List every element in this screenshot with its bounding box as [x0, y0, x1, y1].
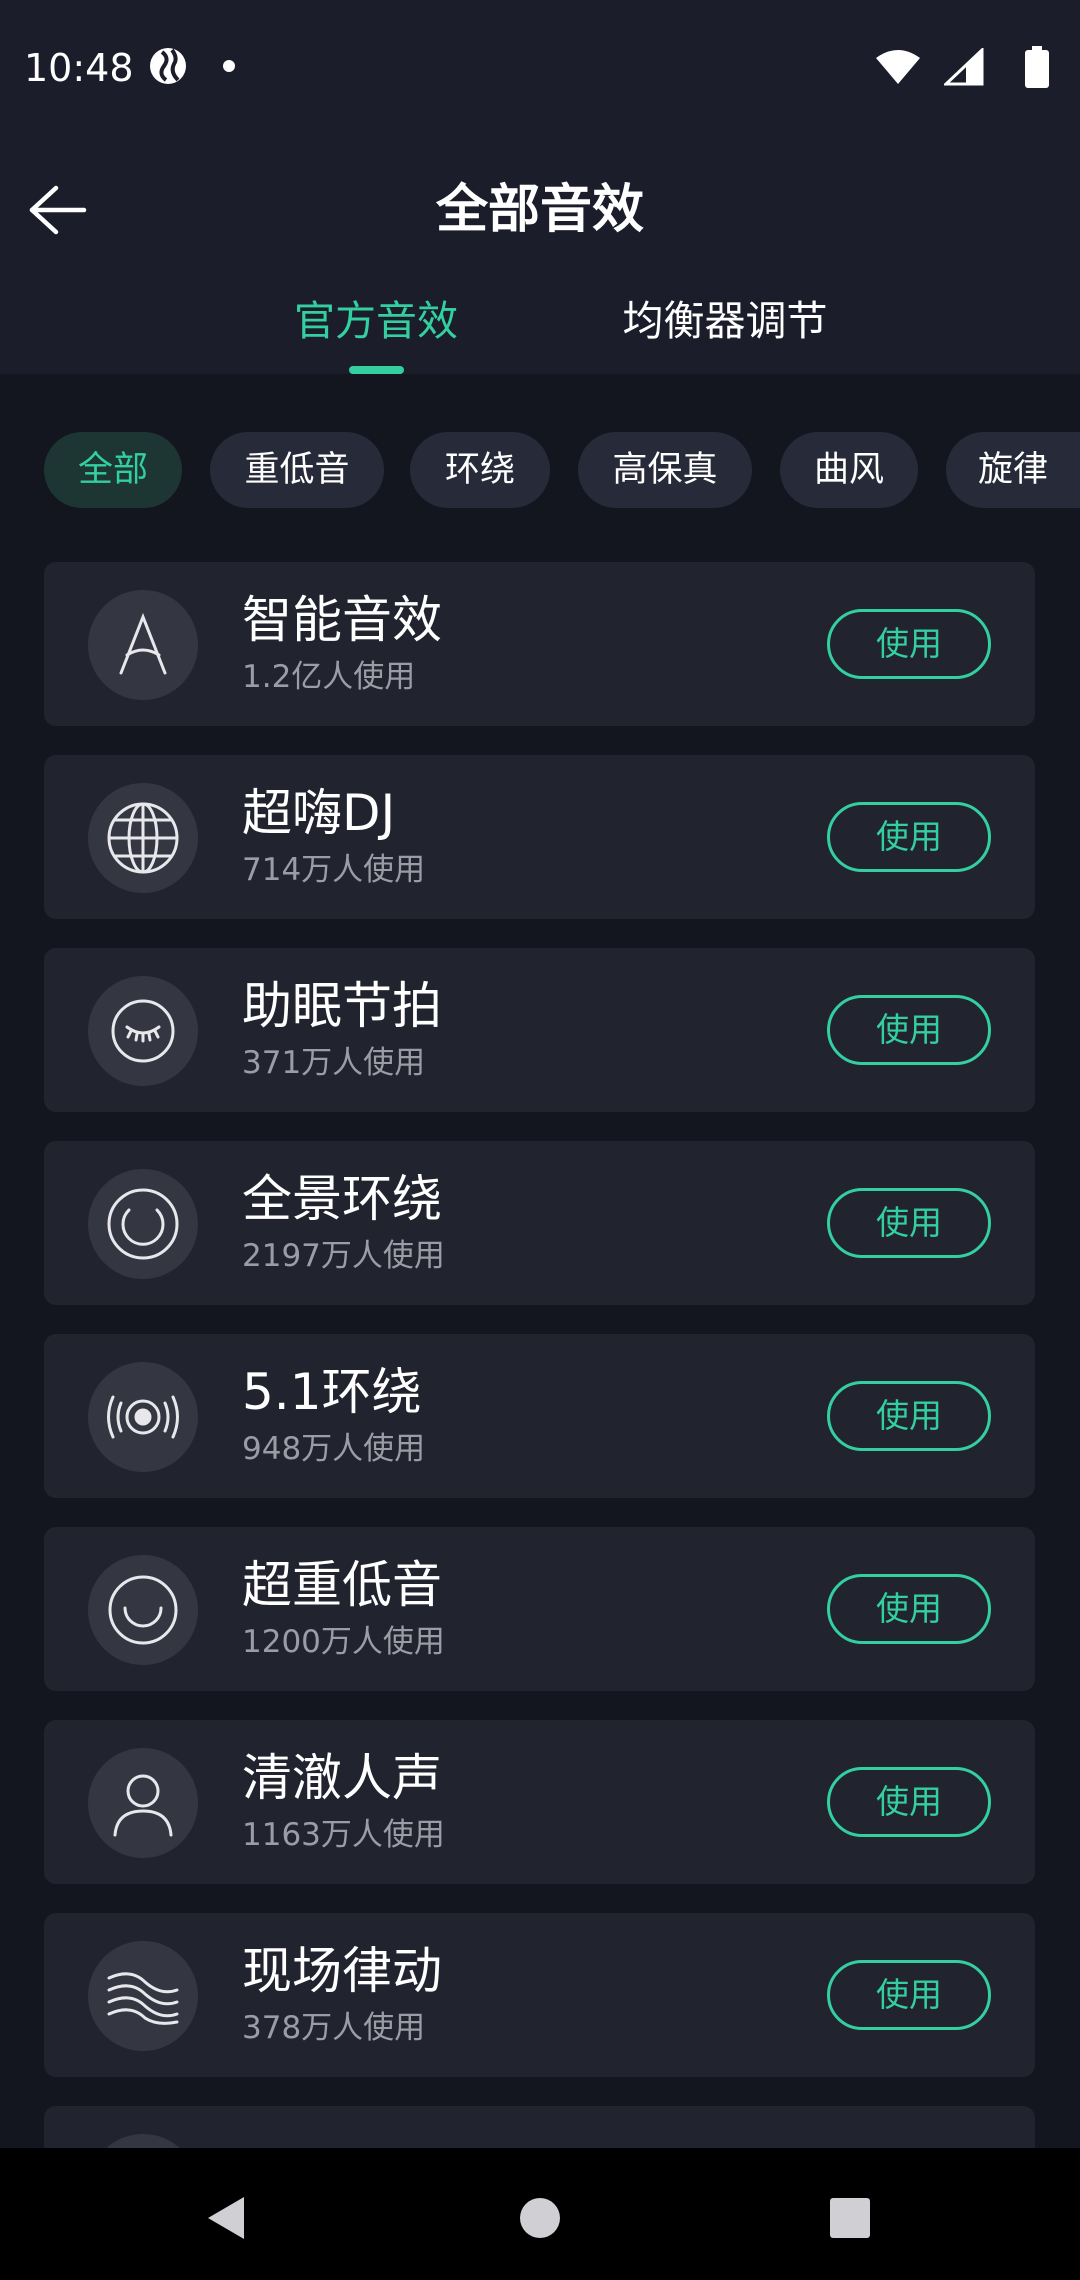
- chip-hifi[interactable]: 高保真: [578, 432, 752, 508]
- effect-title: 全景环绕: [242, 1170, 442, 1228]
- effect-users: 371万人使用: [242, 1045, 426, 1081]
- wifi-icon: [874, 48, 922, 90]
- a-letter-icon: [88, 590, 198, 700]
- use-button[interactable]: 使用: [827, 995, 991, 1065]
- wave-lines-icon: [88, 1941, 198, 2051]
- effect-title: 清澈人声: [242, 1749, 442, 1807]
- recents-square-icon: [830, 2198, 870, 2238]
- chip-melody[interactable]: 旋律: [946, 432, 1080, 508]
- effect-card-smart[interactable]: 智能音效 1.2亿人使用 使用: [44, 562, 1035, 726]
- effect-title: 智能音效: [242, 591, 442, 649]
- effect-card-51[interactable]: 5.1环绕 948万人使用 使用: [44, 1334, 1035, 1498]
- nav-home-button[interactable]: [500, 2178, 580, 2258]
- screen: 智能音效 1.2亿人使用 使用 超嗨DJ 714万人使用 使用 助眠节拍 371…: [0, 0, 1080, 2280]
- status-bar: 10:48: [0, 0, 1080, 136]
- notification-dot-icon: [222, 58, 236, 77]
- effect-title: 超重低音: [242, 1556, 442, 1614]
- globe-icon: [88, 783, 198, 893]
- effect-users: 1200万人使用: [242, 1624, 445, 1660]
- effect-card-bass[interactable]: 超重低音 1200万人使用 使用: [44, 1527, 1035, 1691]
- effect-card-live[interactable]: 现场律动 378万人使用 使用: [44, 1913, 1035, 2077]
- use-button[interactable]: 使用: [827, 1381, 991, 1451]
- effect-card-dj[interactable]: 超嗨DJ 714万人使用 使用: [44, 755, 1035, 919]
- back-triangle-icon: [208, 2197, 244, 2239]
- speaker-waves-icon: [88, 1362, 198, 1472]
- use-button[interactable]: 使用: [827, 1188, 991, 1258]
- effect-users: 1163万人使用: [242, 1817, 445, 1853]
- tab-bar: 官方音效 均衡器调节: [0, 276, 1080, 374]
- effect-card-sleep[interactable]: 助眠节拍 371万人使用 使用: [44, 948, 1035, 1112]
- filter-chips: 全部 重低音 环绕 高保真 曲风 旋律: [0, 432, 1080, 508]
- chip-bass[interactable]: 重低音: [210, 432, 384, 508]
- tab-official-effects[interactable]: 官方音效: [276, 276, 476, 374]
- effect-title: 5.1环绕: [242, 1363, 422, 1421]
- effect-users: 1.2亿人使用: [242, 659, 416, 695]
- effect-card-panorama[interactable]: 全景环绕 2197万人使用 使用: [44, 1141, 1035, 1305]
- use-button[interactable]: 使用: [827, 1767, 991, 1837]
- vpn-globe-icon: [148, 46, 188, 90]
- chip-all[interactable]: 全部: [44, 432, 182, 508]
- partial-icon: [88, 2134, 198, 2148]
- effect-users: 378万人使用: [242, 2010, 426, 2046]
- effect-title: 助眠节拍: [242, 977, 442, 1035]
- effect-card-vocal[interactable]: 清澈人声 1163万人使用 使用: [44, 1720, 1035, 1884]
- page-title: 全部音效: [435, 180, 644, 240]
- use-button[interactable]: 使用: [827, 802, 991, 872]
- sleep-eye-icon: [88, 976, 198, 1086]
- home-circle-icon: [520, 2198, 560, 2238]
- tab-equalizer[interactable]: 均衡器调节: [600, 276, 850, 374]
- effect-card-partial[interactable]: [44, 2106, 1035, 2148]
- nav-back-button[interactable]: [186, 2178, 266, 2258]
- status-time: 10:48: [24, 46, 134, 90]
- app-header: 全部音效 官方音效 均衡器调节: [0, 136, 1080, 374]
- system-nav-bar: [0, 2148, 1080, 2280]
- chip-surround[interactable]: 环绕: [410, 432, 550, 508]
- effect-users: 2197万人使用: [242, 1238, 445, 1274]
- use-button[interactable]: 使用: [827, 1960, 991, 2030]
- use-button[interactable]: 使用: [827, 1574, 991, 1644]
- tab-indicator: [349, 366, 404, 374]
- use-button[interactable]: 使用: [827, 609, 991, 679]
- cellular-signal-icon: [942, 46, 984, 90]
- person-icon: [88, 1748, 198, 1858]
- chip-genre[interactable]: 曲风: [780, 432, 918, 508]
- nav-recents-button[interactable]: [810, 2178, 890, 2258]
- smile-circle-icon: [88, 1555, 198, 1665]
- effect-users: 714万人使用: [242, 852, 426, 888]
- battery-icon: [1024, 46, 1050, 92]
- effect-users: 948万人使用: [242, 1431, 426, 1467]
- effect-title: 超嗨DJ: [242, 784, 396, 842]
- surround-icon: [88, 1169, 198, 1279]
- effect-title: 现场律动: [242, 1942, 442, 2000]
